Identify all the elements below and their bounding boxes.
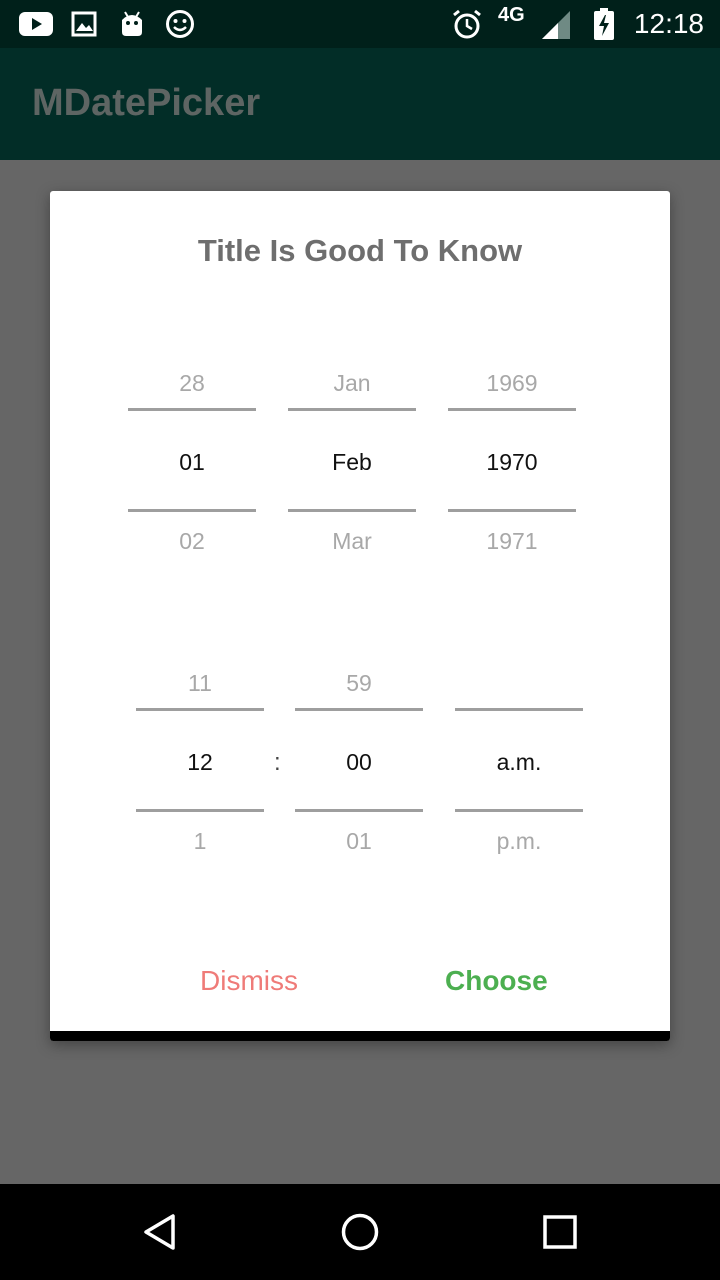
month-selected[interactable]: Feb (288, 449, 416, 476)
date-time-picker-dialog: Title Is Good To Know 28 01 02 Jan Feb M… (50, 191, 670, 1041)
android-icon (118, 8, 146, 40)
signal-icon (540, 8, 572, 40)
year-divider-top (448, 408, 576, 411)
recents-icon[interactable] (536, 1208, 584, 1256)
year-prev[interactable]: 1969 (448, 370, 576, 397)
day-divider-top (128, 408, 256, 411)
time-separator: : (274, 749, 281, 776)
month-prev[interactable]: Jan (288, 370, 416, 397)
year-divider-bottom (448, 509, 576, 512)
hour-selected[interactable]: 12 (136, 749, 264, 776)
ampm-picker[interactable]: a.m. p.m. (455, 656, 583, 856)
minute-picker[interactable]: 59 00 01 (295, 656, 423, 856)
choose-button[interactable]: Choose (445, 965, 548, 997)
dialog-title: Title Is Good To Know (197, 233, 523, 268)
month-picker[interactable]: Jan Feb Mar (288, 356, 416, 556)
dialog-bottom-border (50, 1031, 670, 1041)
day-selected[interactable]: 01 (128, 449, 256, 476)
month-divider-top (288, 408, 416, 411)
hour-prev[interactable]: 11 (136, 670, 264, 697)
day-picker[interactable]: 28 01 02 (128, 356, 256, 556)
hour-divider-top (136, 708, 264, 711)
dismiss-button[interactable]: Dismiss (200, 965, 298, 997)
minute-divider-bottom (295, 809, 423, 812)
year-next[interactable]: 1971 (448, 528, 576, 555)
minute-selected[interactable]: 00 (295, 749, 423, 776)
alarm-icon (450, 8, 484, 40)
month-next[interactable]: Mar (288, 528, 416, 555)
day-divider-bottom (128, 509, 256, 512)
status-bar: 4G 12:18 (0, 0, 720, 48)
hour-picker[interactable]: 11 12 1 (136, 656, 264, 856)
day-next[interactable]: 02 (128, 528, 256, 555)
navigation-bar (0, 1184, 720, 1280)
smiley-icon (164, 8, 196, 40)
clock: 12:18 (633, 8, 704, 39)
ampm-selected[interactable]: a.m. (455, 749, 583, 776)
back-icon[interactable] (136, 1208, 184, 1256)
youtube-icon (18, 8, 54, 40)
minute-divider-top (295, 708, 423, 711)
home-icon[interactable] (336, 1208, 384, 1256)
ampm-divider-top (455, 708, 583, 711)
minute-prev[interactable]: 59 (295, 670, 423, 697)
image-icon (70, 8, 98, 40)
year-selected[interactable]: 1970 (448, 449, 576, 476)
month-divider-bottom (288, 509, 416, 512)
day-prev[interactable]: 28 (128, 370, 256, 397)
minute-next[interactable]: 01 (295, 828, 423, 855)
hour-next[interactable]: 1 (136, 828, 264, 855)
ampm-next[interactable]: p.m. (455, 828, 583, 855)
app-title: MDatePicker (32, 82, 261, 124)
ampm-divider-bottom (455, 809, 583, 812)
battery-charging-icon (592, 8, 616, 40)
year-picker[interactable]: 1969 1970 1971 (448, 356, 576, 556)
hour-divider-bottom (136, 809, 264, 812)
network-type-label: 4G (498, 4, 525, 26)
